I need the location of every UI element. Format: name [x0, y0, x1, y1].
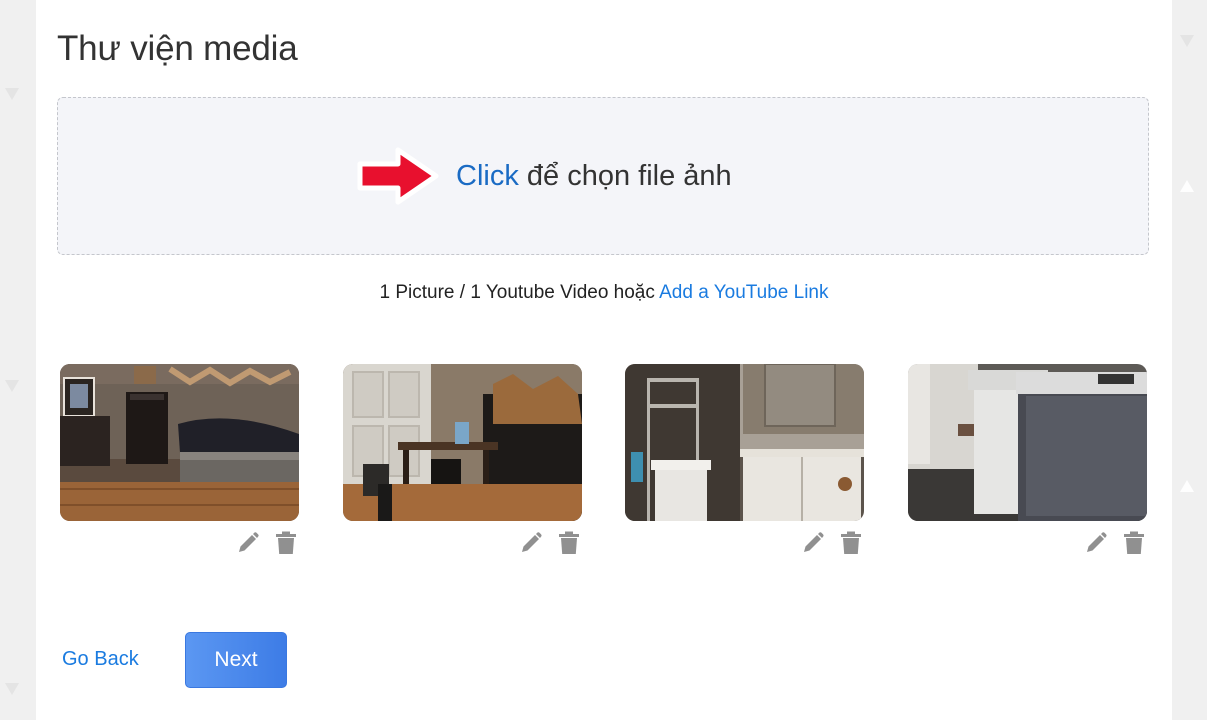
pencil-icon[interactable] — [519, 531, 543, 555]
media-thumbnail[interactable] — [625, 364, 864, 521]
background-pattern-triangle — [1180, 35, 1194, 47]
next-button[interactable]: Next — [185, 632, 287, 688]
trash-icon[interactable] — [274, 531, 298, 555]
media-thumbnail[interactable] — [908, 364, 1147, 521]
trash-icon[interactable] — [557, 531, 581, 555]
trash-icon[interactable] — [839, 531, 863, 555]
media-item-actions — [625, 531, 864, 555]
media-library-card: Thư viện media Click để chọn file ảnh 1 … — [36, 0, 1172, 720]
dropzone-label: Click để chọn file ảnh — [456, 160, 732, 193]
background-pattern-triangle — [5, 683, 19, 695]
background-pattern-triangle — [5, 88, 19, 100]
pencil-icon[interactable] — [801, 531, 825, 555]
media-item-actions — [343, 531, 582, 555]
page-title: Thư viện media — [57, 29, 298, 68]
file-dropzone[interactable]: Click để chọn file ảnh — [57, 97, 1149, 255]
add-youtube-link[interactable]: Add a YouTube Link — [659, 282, 828, 303]
dropzone-label-rest: để chọn file ảnh — [518, 159, 732, 192]
media-item — [908, 364, 1147, 555]
go-back-link[interactable]: Go Back — [62, 648, 139, 671]
dropzone-content: Click để chọn file ảnh — [354, 146, 732, 206]
media-thumbnail[interactable] — [343, 364, 582, 521]
background-pattern-triangle — [1180, 180, 1194, 192]
media-limit-text: 1 Picture / 1 Youtube Video hoặc — [379, 282, 660, 303]
media-item — [60, 364, 299, 555]
media-item-actions — [60, 531, 299, 555]
pencil-icon[interactable] — [236, 531, 260, 555]
pencil-icon[interactable] — [1084, 531, 1108, 555]
media-thumbnail[interactable] — [60, 364, 299, 521]
media-item — [625, 364, 864, 555]
media-item — [343, 364, 582, 555]
media-item-actions — [908, 531, 1147, 555]
red-arrow-right-icon — [357, 147, 439, 205]
click-link[interactable]: Click — [456, 160, 519, 192]
background-pattern-triangle — [1180, 480, 1194, 492]
trash-icon[interactable] — [1122, 531, 1146, 555]
media-limit-info: 1 Picture / 1 Youtube Video hoặc Add a Y… — [36, 282, 1172, 304]
background-pattern-triangle — [5, 380, 19, 392]
